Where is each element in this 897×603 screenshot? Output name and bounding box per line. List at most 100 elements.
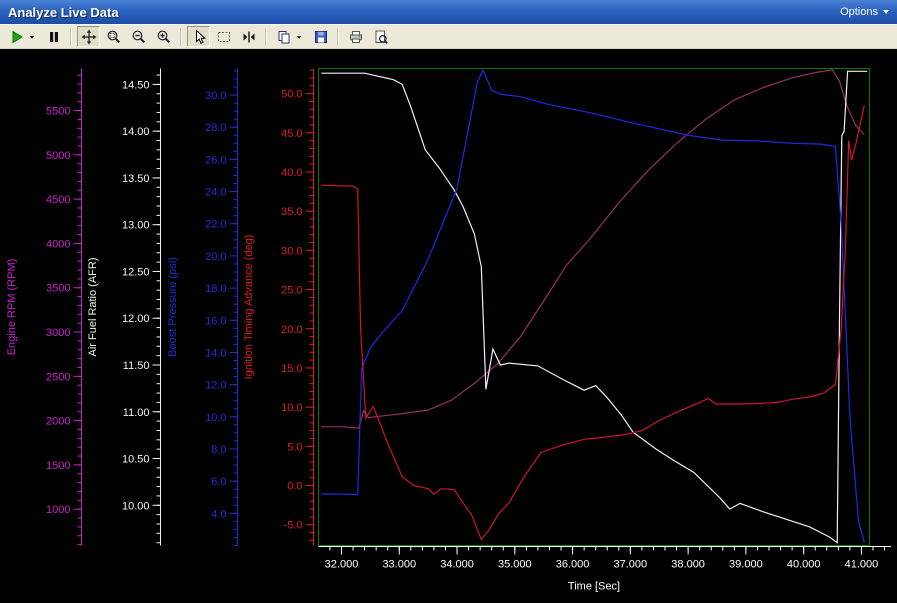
y-tick-label: 24.0 xyxy=(205,187,226,199)
app-window: Analyze Live Data Options 1000 1500 2000 25… xyxy=(0,0,897,603)
y-tick-label: 20.0 xyxy=(205,251,226,263)
y-tick-label: 28.0 xyxy=(205,122,226,134)
print-icon xyxy=(348,29,364,45)
y-axis-ign: -5.00.05.010.015.020.025.030.035.040.045… xyxy=(243,69,314,546)
y-tick-label: -5.0 xyxy=(284,520,303,532)
y-axis-rpm: 1000150020002500300035004000450050005500… xyxy=(6,69,82,546)
data-cursor-icon xyxy=(241,29,257,45)
toolbar-separator xyxy=(265,28,267,46)
zoom-in-icon xyxy=(156,29,172,45)
print-preview-icon xyxy=(373,29,389,45)
y-tick-label: 18.0 xyxy=(205,283,226,295)
play-button[interactable] xyxy=(5,26,28,47)
data-cursor-button[interactable] xyxy=(237,26,260,47)
y-axis-boost: 4.0 6.0 8.0 10.0 12.0 14.0 16.0 18.0 20.0 22.0 24.… xyxy=(167,69,238,546)
zoom-window-button[interactable] xyxy=(102,26,125,47)
zoom-out-button[interactable] xyxy=(127,26,150,47)
y-tick-label: 4.0 xyxy=(211,508,226,520)
y-tick-label: 12.0 xyxy=(205,380,226,392)
y-tick-label: 12.00 xyxy=(122,313,150,325)
chart-canvas: 1000150020002500300035004000450050005500… xyxy=(0,49,897,603)
y-tick-label: 8.0 xyxy=(211,444,226,456)
page-title: Analyze Live Data xyxy=(8,5,119,20)
y-axis-title-ign: Ignition Timing Advance (deg) xyxy=(243,235,255,380)
chevron-down-icon xyxy=(883,10,889,14)
chart-panel: 1000150020002500300035004000450050005500… xyxy=(0,49,897,603)
y-tick-label: 4500 xyxy=(46,194,70,206)
y-tick-label: 14.00 xyxy=(122,126,150,138)
y-tick-label: 14.50 xyxy=(122,79,150,91)
y-tick-label: 40.0 xyxy=(281,167,302,179)
y-tick-label: 2000 xyxy=(46,416,70,428)
save-button[interactable] xyxy=(309,26,332,47)
dropdown-caret-icon xyxy=(29,29,39,45)
y-tick-label: 13.50 xyxy=(122,173,150,185)
copy-button[interactable] xyxy=(272,26,295,47)
x-tick-label: 34.000 xyxy=(440,559,474,571)
x-tick-label: 39.000 xyxy=(729,559,763,571)
select-region-button[interactable] xyxy=(212,26,235,47)
y-tick-label: 35.0 xyxy=(281,206,302,218)
y-tick-label: 13.00 xyxy=(122,220,150,232)
y-tick-label: 3500 xyxy=(46,283,70,295)
y-axis-afr: 10.0010.5011.0011.5012.0012.5013.0013.50… xyxy=(87,69,161,546)
cursor-icon xyxy=(191,29,207,45)
dropdown-caret-icon xyxy=(296,29,306,45)
y-tick-label: 22.0 xyxy=(205,219,226,231)
x-tick-label: 40.000 xyxy=(787,559,821,571)
y-tick-label: 6.0 xyxy=(211,476,226,488)
print-preview-button[interactable] xyxy=(369,26,392,47)
copy-options-dropdown[interactable] xyxy=(294,26,307,47)
y-tick-label: 11.50 xyxy=(123,360,150,372)
title-bar: Analyze Live Data Options xyxy=(0,0,897,24)
x-tick-label: 33.000 xyxy=(382,559,416,571)
x-tick-label: 36.000 xyxy=(556,559,590,571)
y-tick-label: 50.0 xyxy=(281,89,302,101)
y-axis-title-afr: Air Fuel Ratio (AFR) xyxy=(87,257,99,356)
y-tick-label: 30.0 xyxy=(281,245,302,257)
y-tick-label: 1000 xyxy=(46,504,70,516)
x-axis: 32.00033.00034.00035.00036.00037.00038.0… xyxy=(319,547,892,593)
x-tick-label: 32.000 xyxy=(325,559,359,571)
y-tick-label: 4000 xyxy=(46,238,70,250)
pause-button[interactable] xyxy=(42,26,65,47)
y-tick-label: 10.50 xyxy=(122,454,150,466)
x-axis-title: Time [Sec] xyxy=(568,581,620,593)
play-options-dropdown[interactable] xyxy=(27,26,40,47)
zoom-out-icon xyxy=(131,29,147,45)
y-tick-label: 5.0 xyxy=(287,441,302,453)
zoom-in-button[interactable] xyxy=(152,26,175,47)
y-tick-label: 10.0 xyxy=(281,402,302,414)
y-tick-label: 5000 xyxy=(46,150,70,162)
y-tick-label: 14.0 xyxy=(205,347,226,359)
y-tick-label: 11.00 xyxy=(123,407,150,419)
y-tick-label: 10.0 xyxy=(205,412,226,424)
options-menu-label: Options xyxy=(840,6,878,18)
pause-icon xyxy=(46,29,62,45)
play-icon xyxy=(9,29,25,45)
toolbar-separator xyxy=(337,28,339,46)
options-menu[interactable]: Options xyxy=(840,6,889,18)
pan-tool-button[interactable] xyxy=(77,26,100,47)
print-button[interactable] xyxy=(344,26,367,47)
save-icon xyxy=(313,29,329,45)
toolbar xyxy=(0,24,897,49)
x-tick-label: 38.000 xyxy=(671,559,705,571)
x-tick-label: 41.000 xyxy=(845,559,879,571)
copy-icon xyxy=(276,29,292,45)
y-axis-title-boost: Boost Pressure (psi) xyxy=(167,257,179,357)
y-tick-label: 45.0 xyxy=(281,128,302,140)
y-tick-label: 1500 xyxy=(46,460,70,472)
y-tick-label: 12.50 xyxy=(122,266,150,278)
y-tick-label: 2500 xyxy=(46,371,70,383)
toolbar-separator xyxy=(70,28,72,46)
y-tick-label: 26.0 xyxy=(205,154,226,166)
y-tick-label: 5500 xyxy=(46,106,70,118)
y-tick-label: 16.0 xyxy=(205,315,226,327)
y-tick-label: 25.0 xyxy=(281,285,302,297)
toolbar-separator xyxy=(180,28,182,46)
y-tick-label: 0.0 xyxy=(287,481,302,493)
x-tick-label: 35.000 xyxy=(498,559,532,571)
cursor-tool-button[interactable] xyxy=(187,26,210,47)
select-region-icon xyxy=(216,29,232,45)
